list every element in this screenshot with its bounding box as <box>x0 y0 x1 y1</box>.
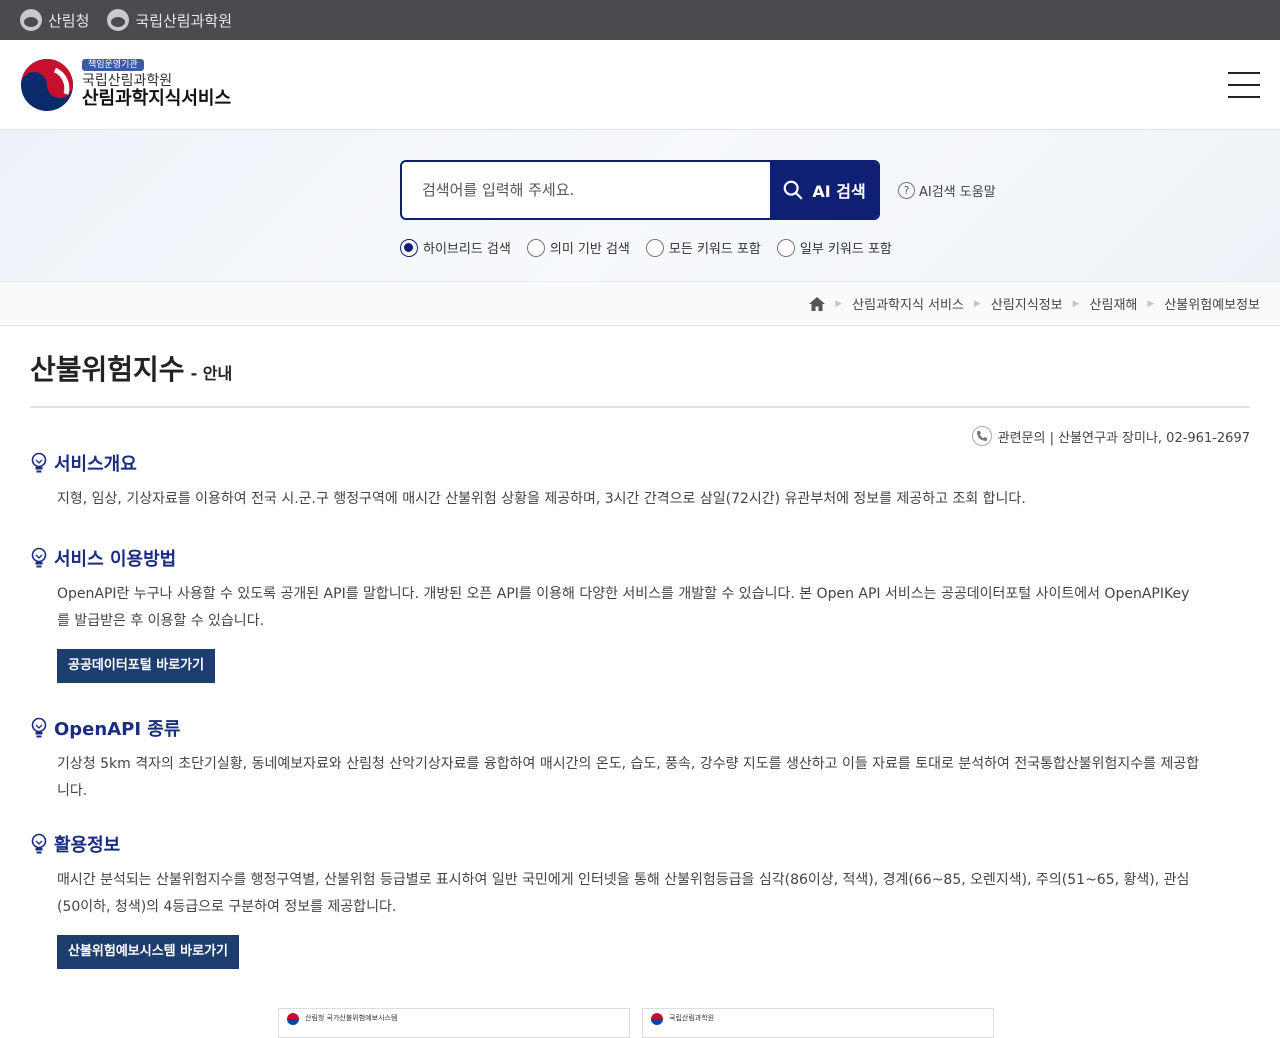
org-type-badge: 책임운영기관 <box>82 58 144 72</box>
lightbulb-icon <box>31 717 47 738</box>
site-header: 책임운영기관 국립산림과학원 산림과학지식서비스 <box>0 40 1280 130</box>
thumbnail-caption: 산림청 국가산불위험예보시스템 <box>305 1014 398 1022</box>
section-usage: 서비스 이용방법 OpenAPI란 누구나 사용할 수 있도록 공개된 API를… <box>30 545 1250 683</box>
ai-search-button[interactable]: AI 검색 <box>770 162 878 218</box>
ai-search-help-link[interactable]: ? AI검색 도움말 <box>898 181 996 200</box>
radio-hybrid-search[interactable]: 하이브리드 검색 <box>400 238 511 257</box>
phone-icon <box>971 426 992 446</box>
page-subtitle: - 안내 <box>190 364 233 383</box>
chevron-right-icon: ▶ <box>1072 298 1080 309</box>
radio-label: 모든 키워드 포함 <box>668 242 761 257</box>
breadcrumb-item-current[interactable]: 산불위험예보정보 <box>1164 294 1260 313</box>
lightbulb-icon <box>31 547 47 568</box>
section-title: 서비스개요 <box>54 454 137 475</box>
data-portal-link-button[interactable]: 공공데이터포털 바로가기 <box>57 649 216 683</box>
contact-info: 관련문의 | 산불연구과 장미나, 02-961-2697 <box>30 426 1250 446</box>
gov-link-nifos[interactable]: 국립산림과학원 <box>107 9 232 31</box>
breadcrumb-item[interactable]: 산림재해 <box>1090 294 1138 313</box>
preview-thumbnails: 산림청 국가산불위험예보시스템 국립산림과학원 <box>278 1008 994 1038</box>
service-name: 산림과학지식서비스 <box>82 88 232 110</box>
radio-all-keywords[interactable]: 모든 키워드 포함 <box>645 238 761 257</box>
section-text: 지형, 임상, 기상자료를 이용하여 전국 시.군.구 행정구역에 매시간 산불… <box>57 491 1026 507</box>
fire-forecast-system-link-button[interactable]: 산불위험예보시스템 바로가기 <box>57 935 240 969</box>
chevron-right-icon: ▶ <box>1147 298 1155 309</box>
gov-link-label: 국립산림과학원 <box>135 11 233 30</box>
menu-hamburger-icon[interactable] <box>1228 71 1260 98</box>
lightbulb-icon <box>31 833 47 854</box>
help-label: AI검색 도움말 <box>919 184 996 200</box>
radio-icon <box>776 238 795 257</box>
gov-emblem-icon <box>20 9 42 31</box>
section-title: 서비스 이용방법 <box>54 549 177 570</box>
site-logo[interactable]: 책임운영기관 국립산림과학원 산림과학지식서비스 <box>20 58 231 112</box>
section-title: OpenAPI 종류 <box>54 719 181 740</box>
main-content: 산불위험지수 - 안내 관련문의 | 산불연구과 장미나, 02-961-269… <box>0 326 1280 969</box>
taegeuk-logo-icon <box>21 58 73 111</box>
gov-top-bar: 산림청 국립산림과학원 <box>0 0 1280 40</box>
radio-semantic-search[interactable]: 의미 기반 검색 <box>526 238 630 257</box>
thumbnail-caption: 국립산림과학원 <box>669 1014 715 1022</box>
org-name: 국립산림과학원 <box>82 73 173 90</box>
radio-icon <box>645 238 664 257</box>
chevron-right-icon: ▶ <box>835 298 843 309</box>
gov-emblem-icon <box>107 9 130 31</box>
breadcrumb-item[interactable]: 산림지식정보 <box>991 294 1063 313</box>
radio-some-keywords[interactable]: 일부 키워드 포함 <box>776 238 892 257</box>
section-overview: 서비스개요 지형, 임상, 기상자료를 이용하여 전국 시.군.구 행정구역에 … <box>30 450 1250 513</box>
section-text: OpenAPI란 누구나 사용할 수 있도록 공개된 API를 말합니다. 개방… <box>57 586 1190 629</box>
search-input[interactable] <box>402 162 770 218</box>
question-icon: ? <box>898 181 915 199</box>
page-title-row: 산불위험지수 - 안내 <box>30 326 1250 408</box>
gov-link-forest-service[interactable]: 산림청 <box>20 9 89 31</box>
search-zone: AI 검색 ? AI검색 도움말 하이브리드 검색 의미 기반 검색 모든 키워… <box>0 130 1280 282</box>
section-usage-info: 활용정보 매시간 분석되는 산불위험지수를 행정구역별, 산불위험 등급별로 표… <box>30 831 1250 969</box>
ai-search-label: AI 검색 <box>812 182 866 201</box>
search-icon <box>783 180 803 200</box>
radio-label: 의미 기반 검색 <box>549 242 630 257</box>
section-title: 활용정보 <box>54 835 121 856</box>
contact-text: 관련문의 | 산불연구과 장미나, 02-961-2697 <box>997 430 1250 446</box>
gov-link-label: 산림청 <box>48 11 90 30</box>
gov-emblem-icon <box>287 1013 299 1025</box>
gov-emblem-icon <box>651 1013 663 1025</box>
radio-label: 일부 키워드 포함 <box>799 242 892 257</box>
search-mode-options: 하이브리드 검색 의미 기반 검색 모든 키워드 포함 일부 키워드 포함 <box>400 238 892 257</box>
page-title: 산불위험지수 <box>30 353 185 386</box>
chevron-right-icon: ▶ <box>973 298 981 309</box>
breadcrumb-item[interactable]: 산림과학지식 서비스 <box>852 294 964 313</box>
section-text: 기상청 5km 격자의 초단기실황, 동네예보자료와 산림청 산악기상자료를 융… <box>57 756 1200 799</box>
lightbulb-icon <box>31 452 47 473</box>
search-box: AI 검색 <box>400 160 880 220</box>
radio-label: 하이브리드 검색 <box>423 242 511 257</box>
thumbnail-preview[interactable]: 국립산림과학원 <box>642 1008 994 1038</box>
thumbnail-preview[interactable]: 산림청 국가산불위험예보시스템 <box>278 1008 630 1038</box>
breadcrumb: ▶ 산림과학지식 서비스 ▶ 산림지식정보 ▶ 산림재해 ▶ 산불위험예보정보 <box>0 282 1280 326</box>
section-text: 매시간 분석되는 산불위험지수를 행정구역별, 산불위험 등급별로 표시하여 일… <box>57 872 1190 915</box>
radio-selected-icon <box>400 238 418 257</box>
home-icon[interactable] <box>809 296 826 311</box>
section-openapi-types: OpenAPI 종류 기상청 5km 격자의 초단기실황, 동네예보자료와 산림… <box>30 715 1250 805</box>
radio-icon <box>526 238 545 257</box>
